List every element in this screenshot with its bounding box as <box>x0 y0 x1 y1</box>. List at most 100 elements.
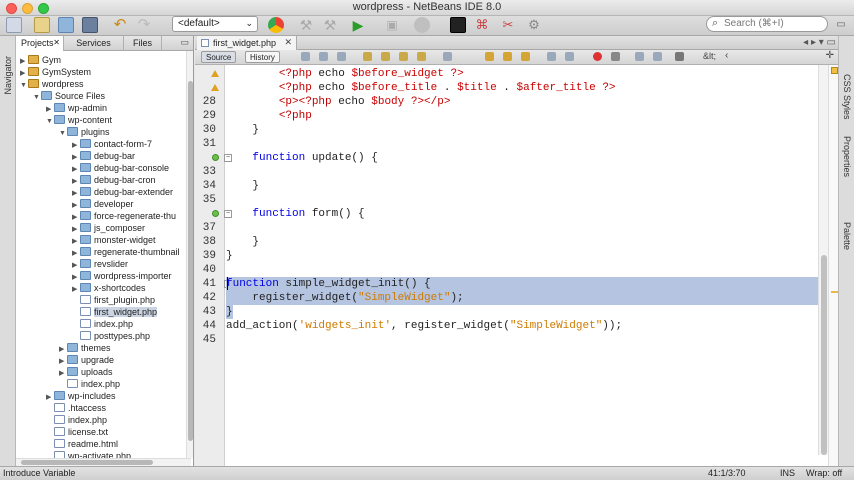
open-project-icon[interactable] <box>58 17 74 33</box>
code-line[interactable] <box>226 263 818 277</box>
attach-debugger-icon[interactable]: ✂ <box>500 17 516 33</box>
tree-item[interactable]: ▼ Source Files <box>33 90 105 102</box>
tree-item[interactable]: ▶ Gym <box>20 54 61 66</box>
scrollbar-thumb[interactable] <box>21 460 153 465</box>
search-field[interactable]: ⌕ Search (⌘+I) <box>706 16 828 32</box>
undo-icon[interactable]: ↶ <box>112 17 128 33</box>
code-line[interactable]: } <box>226 123 818 137</box>
find-selection-icon[interactable] <box>399 52 408 61</box>
tree-item[interactable]: readme.html <box>46 438 118 450</box>
tree-item[interactable]: ▼ wordpress <box>20 78 84 90</box>
toggle-highlight-icon[interactable] <box>417 52 426 61</box>
minimize-panel-icon[interactable]: ▭ <box>180 37 189 48</box>
editor-vertical-scrollbar[interactable] <box>818 65 828 455</box>
scrollbar-thumb[interactable] <box>188 81 193 441</box>
previous-bookmark-icon[interactable] <box>485 52 494 61</box>
tree-item[interactable]: wp-activate.php <box>46 450 131 458</box>
tab-projects[interactable]: Projects ✕ <box>16 36 64 51</box>
tree-item[interactable]: ▶ themes <box>59 342 111 354</box>
tab-first-widget[interactable]: first_widget.php ✕ <box>197 36 297 50</box>
code-line[interactable] <box>226 193 818 207</box>
scrollbar-thumb[interactable] <box>821 255 827 455</box>
code-line[interactable]: register_widget("SimpleWidget"); <box>226 291 818 305</box>
new-file-icon[interactable] <box>6 17 22 33</box>
stop-macro-icon[interactable] <box>611 52 620 61</box>
start-macro-icon[interactable] <box>593 52 602 61</box>
code-line[interactable]: function form() { <box>226 207 818 221</box>
last-edit-icon[interactable] <box>301 52 310 61</box>
tree-item[interactable]: ▶ js_composer <box>72 222 145 234</box>
chrome-browser-icon[interactable] <box>268 17 284 33</box>
tree-item[interactable]: ▼ plugins <box>59 126 110 138</box>
close-icon[interactable]: ✕ <box>284 37 292 48</box>
code-line[interactable]: add_action('widgets_init', register_widg… <box>226 319 818 333</box>
navigator-toggle[interactable]: Navigator <box>3 56 13 95</box>
tree-item[interactable]: ▶ debug-bar-cron <box>72 174 156 186</box>
code-line[interactable]: <?php echo $before_widget ?> <box>226 67 818 81</box>
tree-item[interactable]: ▶ GymSystem <box>20 66 91 78</box>
uncomment-icon[interactable] <box>653 52 662 61</box>
code-line[interactable]: function update() { <box>226 151 818 165</box>
code-line[interactable]: } <box>226 235 818 249</box>
tree-item[interactable]: ▶ uploads <box>59 366 113 378</box>
tree-item[interactable]: .htaccess <box>46 402 106 414</box>
build-hammer-icon[interactable]: ⚒ <box>298 17 314 33</box>
warning-icon[interactable] <box>211 84 219 91</box>
comment-icon[interactable] <box>635 52 644 61</box>
html-entities-icon[interactable]: &lt; <box>703 51 716 61</box>
tree-item[interactable]: ▶ debug-bar <box>72 150 135 162</box>
palette-toggle[interactable]: Palette <box>842 222 852 250</box>
tree-item[interactable]: posttypes.php <box>72 330 150 342</box>
debug-project-icon[interactable]: ▣ <box>384 17 400 33</box>
back-icon[interactable] <box>319 52 328 61</box>
tree-item[interactable]: ▶ regenerate-thumbnail <box>72 246 180 258</box>
redo-icon[interactable]: ↷ <box>136 17 152 33</box>
expanded-toggle-icon[interactable]: ▼ <box>33 92 41 104</box>
tree-item[interactable]: ▶ force-regenerate-thu <box>72 210 176 222</box>
expanded-toggle-icon[interactable]: ▼ <box>20 80 28 92</box>
tree-item[interactable]: ▼ wp-content <box>46 114 112 126</box>
code-line[interactable]: } <box>226 249 818 263</box>
code-line[interactable] <box>226 221 818 235</box>
diff-icon[interactable] <box>675 52 684 61</box>
code-line[interactable]: <?php echo $before_title . $title . $aft… <box>226 81 818 95</box>
next-bookmark-icon[interactable] <box>503 52 512 61</box>
save-all-icon[interactable] <box>82 17 98 33</box>
clean-build-icon[interactable]: ⚒ <box>322 17 338 33</box>
override-marker-icon[interactable] <box>212 210 219 217</box>
tree-vertical-scrollbar[interactable] <box>186 51 193 458</box>
css-styles-toggle[interactable]: CSS Styles <box>842 74 852 120</box>
split-editor-icon[interactable]: ✛ <box>826 50 834 61</box>
tree-item[interactable]: index.php <box>46 414 107 426</box>
properties-toggle[interactable]: Properties <box>842 136 852 177</box>
forward-icon[interactable] <box>337 52 346 61</box>
run-project-icon[interactable]: ▶ <box>350 17 366 33</box>
tree-item[interactable]: ▶ debug-bar-extender <box>72 186 173 198</box>
toggle-bookmark-icon[interactable] <box>521 52 530 61</box>
tree-item[interactable]: ▶ developer <box>72 198 134 210</box>
tree-item[interactable]: license.txt <box>46 426 108 438</box>
tab-files[interactable]: Files <box>124 36 162 51</box>
tree-item[interactable]: ▶ contact-form-7 <box>72 138 152 150</box>
tree-item[interactable]: index.php <box>72 318 133 330</box>
tree-item[interactable]: ▶ debug-bar-console <box>72 162 169 174</box>
code-line[interactable] <box>226 137 818 151</box>
code-line[interactable]: <?php <box>226 109 818 123</box>
settings-gear-icon[interactable]: ⚙ <box>526 17 542 33</box>
find-next-icon[interactable] <box>381 52 390 61</box>
code-line[interactable]: } <box>226 179 818 193</box>
tree-item[interactable]: first_widget.php <box>72 306 158 318</box>
debug-action-icon[interactable]: ⌘ <box>474 17 490 33</box>
code-line[interactable]: } <box>226 305 818 319</box>
tree-item[interactable]: ▶ wordpress-importer <box>72 270 172 282</box>
code-line[interactable]: <p><?php echo $body ?></p> <box>226 95 818 109</box>
find-previous-icon[interactable] <box>363 52 372 61</box>
close-icon[interactable]: ✕ <box>53 38 60 47</box>
configuration-select[interactable]: <default> ⌄ <box>172 16 258 32</box>
error-stripe-mark[interactable] <box>831 291 838 293</box>
line-number-gutter[interactable]: 28293031−333435−3738394041−42434445 <box>195 65 232 466</box>
editor-tab-controls[interactable]: ◂ ▸ ▾ ▭ <box>803 37 836 48</box>
expanded-toggle-icon[interactable]: ▼ <box>46 116 54 128</box>
expanded-toggle-icon[interactable]: ▼ <box>59 128 67 140</box>
new-project-icon[interactable] <box>34 17 50 33</box>
